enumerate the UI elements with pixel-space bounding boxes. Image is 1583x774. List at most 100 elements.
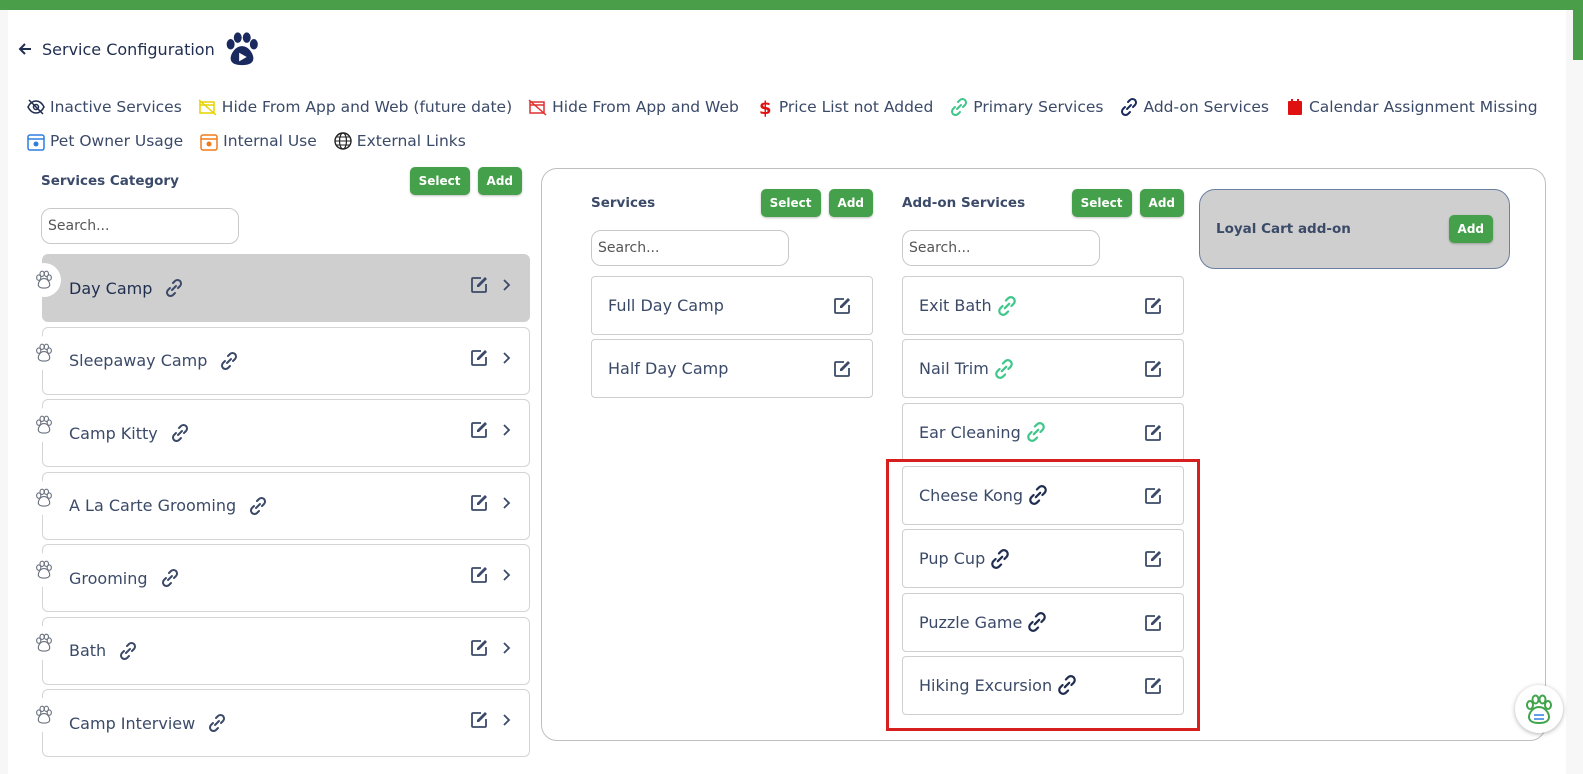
edit-icon[interactable] bbox=[469, 275, 489, 295]
chevron-right-icon[interactable] bbox=[500, 641, 514, 655]
dollar-icon: $ bbox=[759, 98, 772, 117]
eye-slash-icon bbox=[27, 99, 45, 115]
legend-primary: Primary Services bbox=[949, 97, 1103, 117]
category-label: Bath bbox=[69, 641, 107, 660]
chevron-right-icon[interactable] bbox=[500, 351, 514, 365]
link-icon bbox=[171, 423, 188, 443]
legend-hide-future: Hide From App and Web (future date) bbox=[198, 97, 512, 117]
page-title: Service Configuration bbox=[42, 39, 215, 59]
legend-label: Primary Services bbox=[973, 98, 1104, 116]
svg-text:$: $ bbox=[759, 98, 772, 117]
categories-header: Services Category Select Add bbox=[41, 167, 522, 195]
chevron-right-icon[interactable] bbox=[500, 568, 514, 582]
addons-title: Add-on Services bbox=[902, 195, 1026, 211]
edit-icon[interactable] bbox=[1143, 359, 1163, 379]
chevron-right-icon[interactable] bbox=[500, 278, 514, 292]
category-label: Grooming bbox=[69, 568, 148, 588]
edit-icon[interactable] bbox=[469, 348, 489, 368]
service-label: Half Day Camp bbox=[608, 359, 729, 378]
addon-label: Exit Bath bbox=[919, 296, 992, 315]
link-icon bbox=[166, 278, 183, 298]
legend-label: Hide From App and Web (future date) bbox=[221, 98, 513, 116]
category-item[interactable]: Camp Kitty bbox=[27, 399, 530, 467]
legend-label: Internal Use bbox=[223, 132, 317, 150]
edit-icon[interactable] bbox=[469, 638, 489, 658]
loyal-cart-add-button[interactable]: Add bbox=[1448, 215, 1493, 243]
edit-icon[interactable] bbox=[1143, 423, 1163, 443]
primary-link-icon bbox=[994, 358, 1013, 379]
edit-icon[interactable] bbox=[469, 565, 489, 585]
edit-icon[interactable] bbox=[1143, 296, 1163, 316]
legend-addon: Add-on Services bbox=[1119, 97, 1269, 117]
addon-label: Nail Trim bbox=[919, 359, 989, 379]
category-item[interactable]: A La Carte Grooming bbox=[27, 471, 530, 540]
primary-link-icon bbox=[997, 295, 1016, 316]
services-title: Services bbox=[591, 195, 656, 211]
addon-item[interactable]: Nail Trim bbox=[902, 339, 1184, 399]
categories-add-button[interactable]: Add bbox=[477, 167, 522, 195]
paw-icon bbox=[27, 335, 61, 370]
primary-link-icon bbox=[1026, 422, 1045, 443]
page-header: Service Configuration bbox=[16, 31, 261, 67]
paw-icon bbox=[27, 553, 61, 587]
addon-label: Ear Cleaning bbox=[919, 422, 1021, 442]
legend-label: Add-on Services bbox=[1143, 98, 1269, 116]
service-item[interactable]: Full Day Camp bbox=[591, 276, 873, 335]
legend-inactive: Inactive Services bbox=[26, 97, 182, 117]
category-item[interactable]: Sleepaway Camp bbox=[27, 326, 530, 395]
link-icon bbox=[250, 496, 267, 515]
paw-icon bbox=[27, 480, 61, 515]
services-select-button[interactable]: Select bbox=[760, 189, 821, 217]
legend-calendar: Calendar Assignment Missing bbox=[1285, 97, 1538, 117]
hide-future-icon bbox=[198, 99, 217, 116]
legend-internal: Internal Use bbox=[199, 131, 317, 151]
edit-icon[interactable] bbox=[469, 420, 489, 440]
edit-icon[interactable] bbox=[832, 359, 852, 379]
legend-pet-owner: Pet Owner Usage bbox=[26, 131, 183, 151]
categories-select-button[interactable]: Select bbox=[409, 167, 470, 195]
category-item[interactable]: Bath bbox=[27, 616, 530, 685]
top-accent-bar bbox=[0, 0, 1583, 10]
categories-title: Services Category bbox=[41, 173, 179, 189]
legend-price-list: $ Price List not Added bbox=[755, 97, 933, 117]
legend-hide-app-web: Hide From App and Web bbox=[528, 97, 739, 117]
service-label: Full Day Camp bbox=[608, 296, 724, 315]
edit-icon[interactable] bbox=[832, 296, 852, 316]
addons-search-input[interactable] bbox=[902, 230, 1100, 266]
addons-select-button[interactable]: Select bbox=[1071, 189, 1132, 217]
legend-external: External Links bbox=[333, 131, 466, 151]
category-item[interactable]: Grooming bbox=[27, 544, 530, 612]
category-item[interactable]: Camp Interview bbox=[27, 689, 530, 757]
category-label: Sleepaway Camp bbox=[69, 351, 208, 370]
legend-label: Inactive Services bbox=[50, 98, 182, 116]
chevron-right-icon[interactable] bbox=[500, 496, 514, 510]
highlight-box bbox=[886, 459, 1200, 731]
legend-label: Calendar Assignment Missing bbox=[1308, 98, 1538, 116]
help-assistant-button[interactable] bbox=[1515, 685, 1563, 733]
back-arrow-icon[interactable] bbox=[16, 40, 34, 58]
paw-icon bbox=[27, 408, 61, 442]
chevron-right-icon[interactable] bbox=[500, 423, 514, 437]
paw-icon bbox=[27, 698, 61, 732]
edit-icon[interactable] bbox=[469, 710, 489, 730]
legend-label: External Links bbox=[356, 132, 466, 150]
categories-search-input[interactable] bbox=[41, 208, 239, 244]
services-add-button[interactable]: Add bbox=[828, 189, 873, 217]
addon-item[interactable]: Exit Bath bbox=[902, 276, 1184, 335]
legend-label: Hide From App and Web bbox=[552, 98, 739, 116]
category-label: Camp Kitty bbox=[69, 423, 158, 443]
service-item[interactable]: Half Day Camp bbox=[591, 339, 873, 398]
chevron-right-icon[interactable] bbox=[500, 713, 514, 727]
addon-item[interactable]: Ear Cleaning bbox=[902, 402, 1184, 462]
link-icon bbox=[161, 568, 178, 588]
edit-icon[interactable] bbox=[469, 493, 489, 513]
services-search-input[interactable] bbox=[591, 230, 789, 266]
addon-link-icon bbox=[1121, 97, 1138, 117]
legend-label: Price List not Added bbox=[778, 98, 934, 116]
paw-icon bbox=[27, 625, 61, 660]
paw-assistant-icon bbox=[1526, 694, 1552, 725]
right-accent-bar bbox=[1573, 0, 1583, 60]
category-item[interactable]: Day Camp bbox=[27, 254, 530, 322]
addons-add-button[interactable]: Add bbox=[1139, 189, 1184, 217]
link-icon bbox=[120, 641, 137, 660]
